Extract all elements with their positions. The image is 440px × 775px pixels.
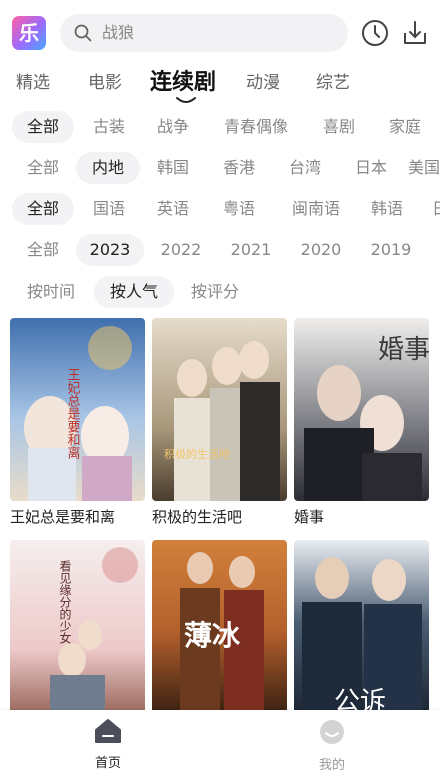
filter-year-2021[interactable]: 2021 xyxy=(220,234,282,266)
category-tabs: 精选 电影 连续剧 动漫 综艺 xyxy=(0,62,440,103)
filter-genre-costume[interactable]: 古装 xyxy=(78,111,140,143)
filter-region-korea[interactable]: 韩国 xyxy=(142,152,204,184)
nav-home[interactable]: 首页 xyxy=(78,718,138,771)
active-tab-indicator xyxy=(176,97,196,103)
nav-home-label: 首页 xyxy=(94,756,121,771)
search-icon xyxy=(74,24,92,42)
filter-year-2023[interactable]: 2023 xyxy=(76,234,144,266)
filter-row-language: 全部 国语 英语 粤语 闽南语 韩语 日语 xyxy=(0,190,440,230)
filter-genre-war[interactable]: 战争 xyxy=(142,111,204,143)
filter-region-mainland[interactable]: 内地 xyxy=(76,152,140,184)
filter-language-english[interactable]: 英语 xyxy=(142,193,204,225)
filter-region-hongkong[interactable]: 香港 xyxy=(208,152,270,184)
filter-region-all[interactable]: 全部 xyxy=(12,152,74,184)
show-grid: 王妃总是要和离 王妃总是要和离 积极的生活吧 积极的生活吧 婚事 婚事 看见缘分… xyxy=(0,318,440,713)
filter-genre-all[interactable]: 全部 xyxy=(12,111,74,143)
show-title[interactable]: 王妃总是要和离 xyxy=(10,506,115,527)
app-header: 乐 战狼 xyxy=(0,0,440,62)
filter-language-japanese[interactable]: 日语 xyxy=(432,193,440,225)
filter-row-region: 全部 内地 韩国 香港 台湾 日本 美国 xyxy=(0,149,440,189)
search-box[interactable]: 战狼 xyxy=(60,14,348,52)
poster-title-text: 王妃总是要和离 xyxy=(65,368,81,459)
show-poster[interactable]: 婚事 xyxy=(294,318,429,501)
filter-language-all[interactable]: 全部 xyxy=(12,193,74,225)
nav-profile[interactable]: 我的 xyxy=(302,718,362,773)
app-logo[interactable]: 乐 xyxy=(12,16,46,50)
nav-profile-label: 我的 xyxy=(318,758,345,773)
filter-region-taiwan[interactable]: 台湾 xyxy=(274,152,336,184)
filter-year-all[interactable]: 全部 xyxy=(12,234,74,266)
filter-language-cantonese[interactable]: 粤语 xyxy=(208,193,270,225)
show-title[interactable]: 积极的生活吧 xyxy=(152,506,242,527)
filter-genre-comedy[interactable]: 喜剧 xyxy=(308,111,370,143)
poster-title-text: 积极的生活吧 xyxy=(164,447,230,461)
filter-region-usa[interactable]: 美国 xyxy=(408,152,440,184)
clock-icon[interactable] xyxy=(360,18,390,48)
show-poster[interactable]: 王妃总是要和离 xyxy=(10,318,145,501)
filter-row-genre: 全部 古装 战争 青春偶像 喜剧 家庭 xyxy=(0,108,440,148)
filter-genre-youth[interactable]: 青春偶像 xyxy=(214,111,298,143)
show-poster[interactable]: 薄冰 xyxy=(152,540,287,713)
tab-series[interactable]: 连续剧 xyxy=(150,64,216,96)
show-title[interactable]: 婚事 xyxy=(294,506,324,527)
search-placeholder: 战狼 xyxy=(102,23,135,42)
tab-variety[interactable]: 综艺 xyxy=(316,68,350,93)
filter-row-year: 全部 2023 2022 2021 2020 2019 xyxy=(0,231,440,271)
show-poster[interactable]: 看见缘分的少女 xyxy=(10,540,145,713)
show-poster[interactable]: 公诉 xyxy=(294,540,429,713)
poster-title-text: 看见缘分的少女 xyxy=(58,560,72,644)
filter-region-japan[interactable]: 日本 xyxy=(340,152,402,184)
tab-featured[interactable]: 精选 xyxy=(16,68,50,93)
sort-by-rating[interactable]: 按评分 xyxy=(180,276,250,308)
poster-title-text: 薄冰 xyxy=(184,619,241,652)
tab-anime[interactable]: 动漫 xyxy=(246,68,280,93)
poster-title-text: 婚事 xyxy=(378,335,429,365)
filter-row-sort: 按时间 按人气 按评分 xyxy=(0,273,440,313)
tab-movies[interactable]: 电影 xyxy=(88,68,122,93)
bottom-nav: 首页 我的 xyxy=(0,710,440,775)
filter-genre-family[interactable]: 家庭 xyxy=(374,111,436,143)
filter-language-mandarin[interactable]: 国语 xyxy=(78,193,140,225)
filter-year-2020[interactable]: 2020 xyxy=(290,234,352,266)
sort-by-time[interactable]: 按时间 xyxy=(16,276,86,308)
show-poster[interactable]: 积极的生活吧 xyxy=(152,318,287,501)
filter-language-korean[interactable]: 韩语 xyxy=(356,193,418,225)
filter-year-2019[interactable]: 2019 xyxy=(360,234,422,266)
sort-by-popularity[interactable]: 按人气 xyxy=(94,276,174,308)
profile-icon xyxy=(320,720,344,744)
home-icon xyxy=(95,719,121,743)
filter-language-minnan[interactable]: 闽南语 xyxy=(280,193,352,225)
download-icon[interactable] xyxy=(400,18,430,48)
filter-year-2022[interactable]: 2022 xyxy=(150,234,212,266)
